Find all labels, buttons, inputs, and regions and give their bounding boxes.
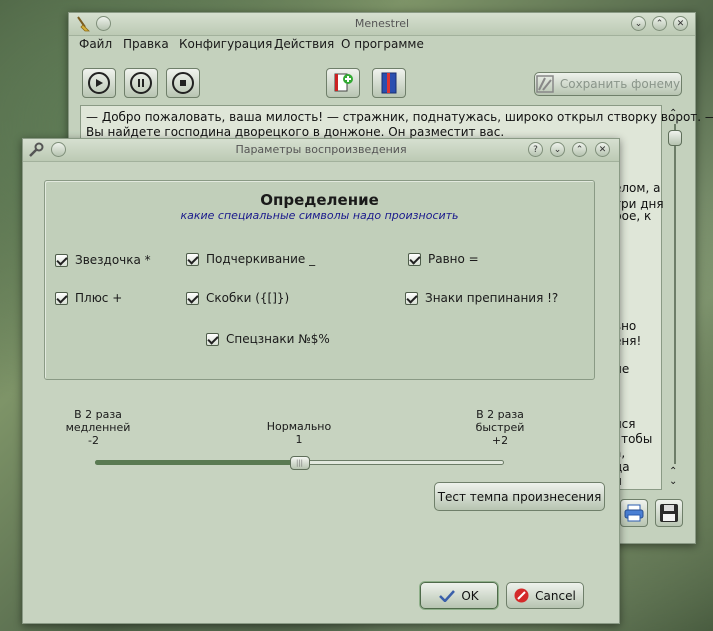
- checkbox-punctuation-label: Знаки препинания !?: [425, 291, 559, 305]
- checkbox-brackets-label: Скобки ({[]}): [206, 291, 290, 305]
- speed-slider[interactable]: |||: [95, 456, 504, 470]
- dialog-titlebar[interactable]: Параметры воспроизведения ? ⌄ ⌃ ✕: [23, 139, 619, 162]
- speed-fast-line2: быстрей: [475, 421, 525, 434]
- checkbox-asterisk-label: Звездочка *: [75, 253, 151, 267]
- main-close-button[interactable]: ✕: [673, 16, 688, 31]
- checkbox-special-box[interactable]: [206, 332, 219, 346]
- stop-icon: [172, 72, 194, 94]
- scroll-thumb[interactable]: [668, 130, 682, 146]
- speed-normal-line: Нормально: [266, 420, 332, 433]
- test-tempo-button[interactable]: Тест темпа произнесения: [434, 482, 605, 511]
- print-button[interactable]: [620, 499, 648, 527]
- checkbox-equals[interactable]: Равно =: [408, 252, 479, 266]
- checkbox-equals-box[interactable]: [408, 252, 421, 266]
- menu-file[interactable]: Файл: [79, 37, 112, 51]
- speed-slow-line2: медленней: [65, 421, 131, 434]
- pause-button[interactable]: [124, 68, 158, 98]
- scroll-up-icon[interactable]: ⌃: [669, 108, 677, 119]
- main-vertical-scrollbar[interactable]: ⌃ ⌃ ⌄: [668, 108, 682, 492]
- speed-slow-line1: В 2 раза: [74, 408, 122, 421]
- printer-icon: [624, 504, 644, 522]
- cancel-label: Cancel: [535, 588, 576, 603]
- checkbox-special[interactable]: Спецзнаки №$%: [206, 332, 330, 346]
- definition-heading: Определение: [260, 191, 379, 209]
- checkbox-brackets-box[interactable]: [186, 291, 199, 305]
- main-maximize-button[interactable]: ⌃: [652, 16, 667, 31]
- speed-slider-thumb[interactable]: |||: [289, 456, 310, 470]
- speed-fast-value: +2: [491, 434, 509, 447]
- scroll-down-icon[interactable]: ⌄: [669, 476, 677, 487]
- checkbox-plus[interactable]: Плюс +: [55, 291, 122, 305]
- speed-fast-line1: В 2 раза: [476, 408, 524, 421]
- checkbox-punctuation[interactable]: Знаки препинания !?: [405, 291, 558, 305]
- speed-slow-value: -2: [88, 434, 99, 447]
- speed-normal-value: 1: [295, 433, 303, 446]
- book-button[interactable]: [372, 68, 406, 98]
- save-phoneme-label: Сохранить фонему: [559, 77, 681, 91]
- text-line-1: — Добро пожаловать, ваша милость! — стра…: [86, 110, 713, 124]
- checkbox-underscore[interactable]: Подчеркивание _: [186, 252, 315, 266]
- book-icon: [381, 72, 397, 94]
- dialog-maximize-button[interactable]: ⌃: [572, 142, 587, 157]
- definition-subheading: какие специальные символы надо произноси…: [180, 209, 459, 222]
- speed-fast-label: В 2 раза быстрей +2: [462, 408, 538, 447]
- ok-label: OK: [461, 588, 479, 603]
- play-button[interactable]: [82, 68, 116, 98]
- menu-about[interactable]: О программе: [341, 37, 424, 51]
- main-shade-button[interactable]: ⌄: [631, 16, 646, 31]
- help-icon[interactable]: ?: [528, 142, 543, 157]
- speed-slow-label: В 2 раза медленней -2: [52, 408, 144, 447]
- floppy-icon: [660, 504, 678, 522]
- checkbox-underscore-box[interactable]: [186, 252, 199, 266]
- menu-actions[interactable]: Действия: [274, 37, 334, 51]
- stop-button[interactable]: [166, 68, 200, 98]
- phoneme-icon: [536, 75, 554, 93]
- checkbox-punctuation-box[interactable]: [405, 291, 418, 305]
- menu-config[interactable]: Конфигурация: [179, 37, 272, 51]
- add-document-icon: [334, 73, 353, 92]
- play-icon: [88, 72, 110, 94]
- pause-icon: [130, 72, 152, 94]
- dialog-shade-button[interactable]: ⌄: [550, 142, 565, 157]
- main-titlebar[interactable]: Menestrel ⌄ ⌃ ✕: [69, 13, 695, 36]
- checkbox-asterisk-box[interactable]: [55, 253, 68, 267]
- checkbox-plus-box[interactable]: [55, 291, 68, 305]
- ok-button[interactable]: OK: [420, 582, 498, 609]
- check-icon: [439, 589, 456, 602]
- speed-normal-label: Нормально 1: [249, 420, 349, 446]
- text-line-2: Вы найдете господина дворецкого в донжон…: [86, 125, 505, 139]
- checkbox-plus-label: Плюс +: [75, 291, 123, 305]
- menu-edit[interactable]: Правка: [123, 37, 169, 51]
- dialog-close-button[interactable]: ✕: [595, 142, 610, 157]
- checkbox-special-label: Спецзнаки №$%: [226, 332, 330, 346]
- main-window-title: Menestrel: [354, 17, 410, 30]
- text-fragment: елом, а: [614, 181, 661, 195]
- checkbox-equals-label: Равно =: [428, 252, 479, 266]
- speed-slider-fill: [95, 460, 300, 465]
- cancel-button[interactable]: Cancel: [506, 582, 584, 609]
- checkbox-brackets[interactable]: Скобки ({[]}): [186, 291, 289, 305]
- save-button[interactable]: [655, 499, 683, 527]
- add-document-button[interactable]: [326, 68, 360, 98]
- checkbox-underscore-label: Подчеркивание _: [206, 252, 316, 266]
- checkbox-asterisk[interactable]: Звездочка *: [55, 253, 151, 267]
- scroll-track[interactable]: [674, 124, 676, 464]
- cancel-icon: [514, 588, 529, 603]
- save-phoneme-button[interactable]: Сохранить фонему: [534, 72, 682, 96]
